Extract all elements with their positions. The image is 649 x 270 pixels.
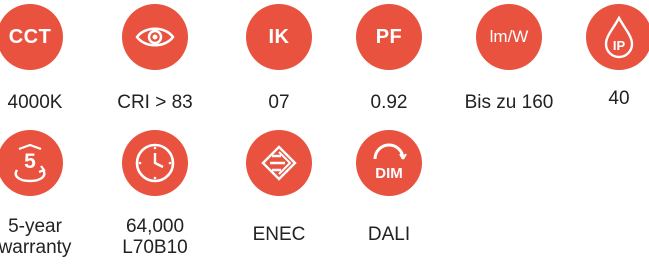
warranty-icon: 5 <box>0 130 63 196</box>
ip-code: IP <box>613 38 626 53</box>
efficacy-label: Bis zu 160 <box>464 92 554 113</box>
lifetime-label-line1: 64,000 <box>125 216 185 237</box>
clock-icon <box>122 130 188 196</box>
enec-glyph <box>261 145 297 181</box>
ip-label: 40 <box>608 88 630 109</box>
dali-label: DALI <box>367 224 411 245</box>
dim-code: DIM <box>375 165 403 182</box>
eye-icon <box>122 4 188 70</box>
warranty-label: 5-year warranty <box>0 216 90 258</box>
pf-label: 0.92 <box>370 92 408 113</box>
ik-icon: IK <box>246 4 312 70</box>
warranty-code: 5 <box>24 150 36 173</box>
warranty-label-line2: warranty <box>0 237 72 258</box>
droplet-icon: IP <box>586 4 649 70</box>
cct-label: 4000K <box>7 92 63 113</box>
lifetime-label-line2: L70B10 <box>122 237 188 258</box>
ik-code: IK <box>268 25 290 48</box>
cct-code: CCT <box>8 25 52 48</box>
cri-label: CRI > 83 <box>117 92 193 113</box>
lifetime-label: 64,000 L70B10 <box>100 216 210 258</box>
pf-code: PF <box>375 25 403 48</box>
ik-label: 07 <box>268 92 290 113</box>
warranty-label-line1: 5-year <box>8 216 62 237</box>
lm-w-icon: lm/W <box>476 4 542 70</box>
eye-glyph <box>135 27 175 47</box>
cct-icon: CCT <box>0 4 63 70</box>
dim-glyph: DIM <box>373 143 407 182</box>
lm-w-code: lm/W <box>489 27 529 46</box>
enec-icon <box>246 130 312 196</box>
warranty-glyph: 5 <box>14 143 46 183</box>
clock-glyph <box>135 143 175 183</box>
dim-icon: DIM <box>356 130 422 196</box>
enec-label: ENEC <box>252 224 306 245</box>
droplet-glyph: IP <box>604 15 634 59</box>
pf-icon: PF <box>356 4 422 70</box>
